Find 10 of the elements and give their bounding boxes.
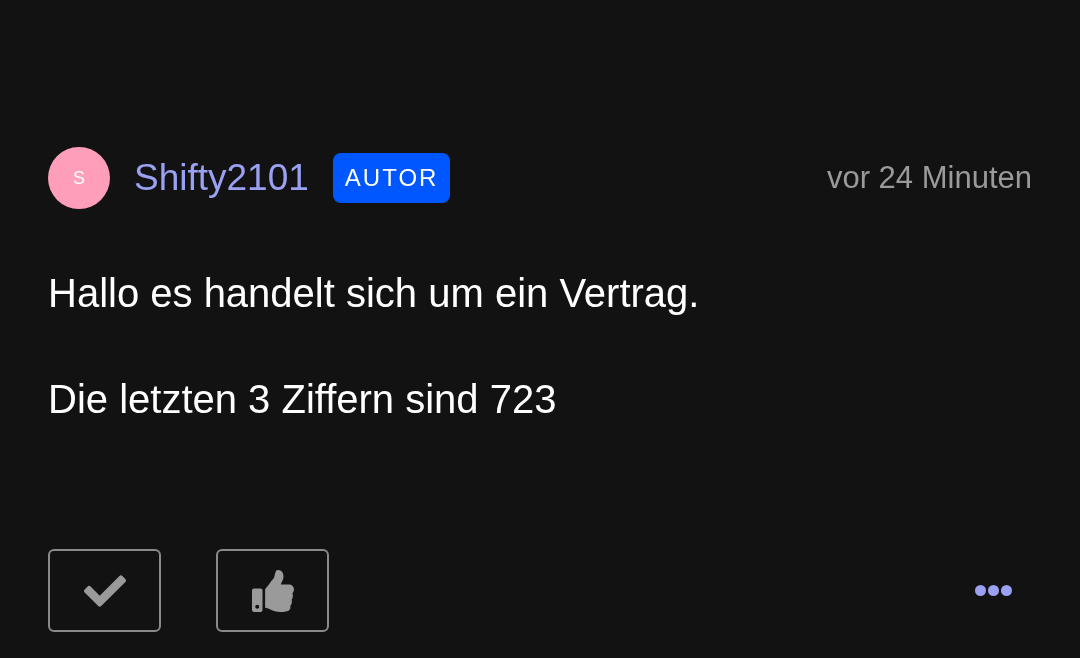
post-text: Hallo es handelt sich um ein Vertrag. [48, 270, 701, 317]
more-icon[interactable] [975, 585, 1012, 596]
like-button[interactable] [216, 549, 329, 632]
author-badge: AUTOR [332, 153, 451, 203]
avatar-letter: S [73, 166, 85, 190]
thumbs-up-icon [251, 569, 294, 612]
post-time: vor 24 Minuten [826, 158, 1032, 197]
post-text: Die letzten 3 Ziffern sind 723 [48, 376, 558, 423]
accept-button[interactable] [48, 549, 161, 632]
username[interactable]: Shifty2101 [134, 150, 309, 206]
